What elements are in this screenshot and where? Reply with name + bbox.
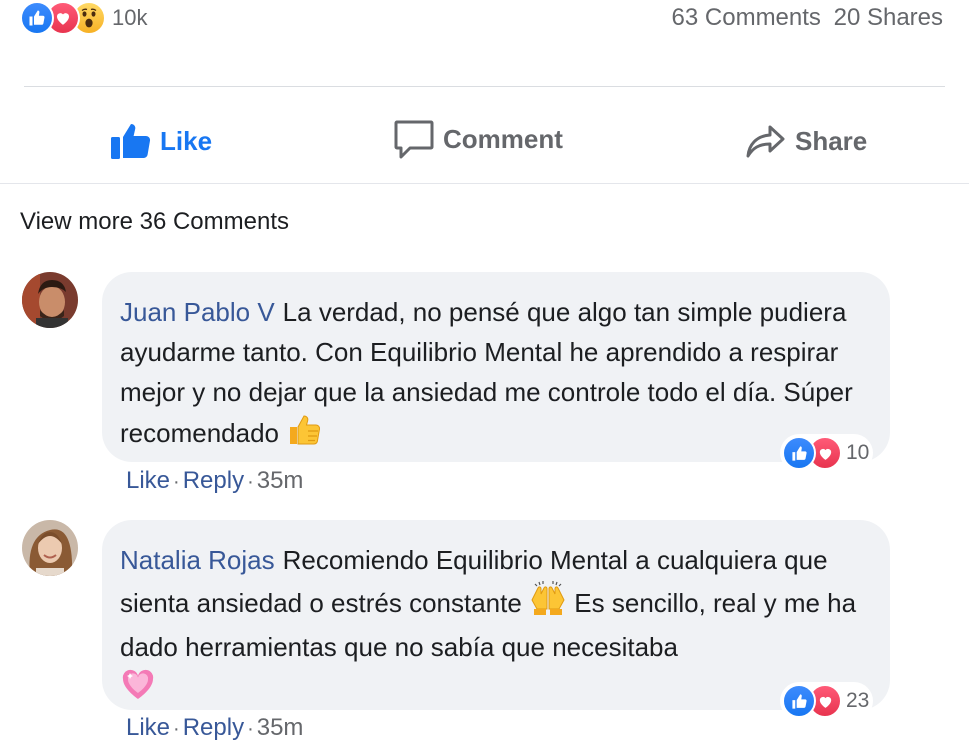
- comment-bubble: Juan Pablo V La verdad, no pensé que algo…: [102, 272, 890, 462]
- avatar[interactable]: [22, 272, 78, 328]
- comment-meta: Like · Reply · 35m: [126, 467, 303, 495]
- separator-dot: ·: [173, 718, 180, 740]
- comment-reply-link[interactable]: Reply: [183, 714, 244, 741]
- reaction-summary[interactable]: 10k: [20, 0, 147, 36]
- shares-count-link[interactable]: 20 Shares: [834, 4, 943, 31]
- comment-author[interactable]: Juan Pablo V: [120, 297, 275, 327]
- divider: [24, 86, 945, 87]
- comment-label: Comment: [443, 123, 563, 154]
- comment-reaction-count: 23: [846, 689, 870, 712]
- comment-meta: Like · Reply · 35m: [126, 714, 303, 742]
- like-reaction-icon: [20, 1, 54, 35]
- like-label: Like: [160, 125, 213, 156]
- share-button[interactable]: Share: [745, 118, 867, 164]
- separator-dot: ·: [247, 471, 254, 493]
- comment-reaction-count: 10: [846, 441, 870, 464]
- comment-bubble-icon: [394, 120, 434, 159]
- thumbs-up-emoji-icon: [286, 412, 322, 457]
- divider: [0, 183, 969, 184]
- raising-hands-emoji-icon: [529, 580, 567, 627]
- view-more-comments-link[interactable]: View more 36 Comments: [20, 208, 289, 236]
- comment-bubble: Natalia Rojas Recomiendo Equilibrio Menta…: [102, 520, 890, 710]
- comments-count-link[interactable]: 63 Comments: [672, 4, 821, 31]
- post-counts: 63 Comments 20 Shares: [672, 4, 943, 32]
- like-reaction-icon: [782, 436, 816, 470]
- sparkling-heart-emoji-icon: [120, 667, 156, 712]
- comment-button[interactable]: Comment: [393, 116, 563, 162]
- post-stats-bar: 10k 63 Comments 20 Shares: [0, 0, 969, 40]
- comment-reactions[interactable]: 23: [780, 682, 874, 720]
- share-label: Share: [795, 125, 868, 156]
- thumbs-up-icon: [111, 124, 151, 159]
- like-reaction-icon: [782, 684, 816, 718]
- comment-like-link[interactable]: Like: [126, 714, 170, 741]
- separator-dot: ·: [173, 471, 180, 493]
- separator-dot: ·: [247, 718, 254, 740]
- comment-reply-link[interactable]: Reply: [183, 467, 244, 494]
- share-arrow-icon: [746, 125, 785, 158]
- comment-timestamp[interactable]: 35m: [257, 714, 304, 741]
- reaction-count[interactable]: 10k: [112, 5, 147, 31]
- avatar[interactable]: [22, 520, 78, 576]
- post-action-bar: Like Comment Share: [0, 100, 969, 184]
- like-button[interactable]: Like: [110, 118, 212, 164]
- comment-reactions[interactable]: 10: [780, 434, 874, 472]
- comment-timestamp[interactable]: 35m: [257, 467, 304, 494]
- comment-like-link[interactable]: Like: [126, 467, 170, 494]
- comment-author[interactable]: Natalia Rojas: [120, 545, 275, 575]
